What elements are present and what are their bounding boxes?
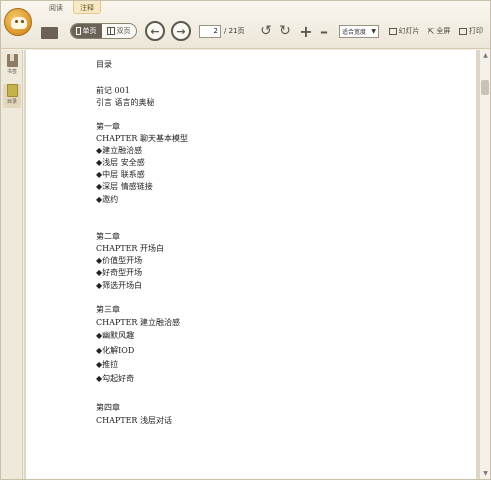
toc-line: 第一章 [96, 122, 120, 131]
zoom-out-button[interactable]: – [316, 15, 332, 47]
toc-line: ◆筛选开场白 [96, 281, 143, 290]
print-label: 打印 [469, 27, 483, 35]
toc-line: ◆好奇型开场 [96, 268, 143, 277]
printer-icon [459, 27, 467, 35]
scrollbar-thumb[interactable] [481, 80, 489, 95]
fullscreen-label: 全屏 [436, 27, 451, 35]
zoom-in-button[interactable]: + [298, 15, 314, 47]
fullscreen-button[interactable]: ⇱ 全屏 [426, 15, 452, 47]
print-button[interactable]: 打印 [456, 15, 486, 47]
toolbar: 单页 双页 ← → / 21页 ↺ [1, 15, 490, 47]
minus-icon: – [320, 21, 328, 41]
rotate-left-icon: ↺ [260, 23, 272, 39]
page-mode-toggle: 单页 双页 [68, 15, 138, 47]
toc-line: CHAPTER 浅层对话 [96, 416, 172, 425]
top-toolbar-band: 阅读 注释 单页 双页 ← → 2 / 21页 ↺ ↻ + – 适合宽度 ▼ 幻… [1, 1, 490, 49]
tab-read[interactable]: 阅读 [43, 1, 69, 14]
left-sidebar: 书签 目录 [1, 50, 23, 479]
table-of-contents-icon [6, 84, 18, 97]
next-page-button[interactable]: → [170, 15, 192, 47]
page-number-box: / 21页 [199, 15, 251, 47]
sidebar-toc-label: 目录 [6, 99, 17, 105]
open-folder-button[interactable] [39, 15, 59, 47]
toc-line: CHAPTER 开场白 [96, 244, 164, 253]
double-page-button[interactable]: 双页 [102, 24, 136, 38]
document-page: 目录 前记 001 引言 语言的奥秘 第一章 CHAPTER 聊天基本模型 ◆建… [26, 50, 476, 479]
scroll-down-icon[interactable]: ▼ [481, 469, 490, 478]
menu-tabs: 阅读 注释 [43, 1, 101, 14]
toc-line: ◆邀约 [96, 195, 119, 204]
toc-line: 前记 001 [96, 86, 130, 95]
folder-icon [40, 27, 58, 39]
single-page-icon [75, 27, 81, 35]
document-viewport[interactable]: 目录 前记 001 引言 语言的奥秘 第一章 CHAPTER 聊天基本模型 ◆建… [24, 50, 479, 479]
single-page-button[interactable]: 单页 [70, 24, 102, 38]
toc-line: ◆推拉 [96, 360, 119, 369]
toc-line: ◆深层 情感链接 [96, 182, 153, 191]
toc-line: ◆幽默风趣 [96, 331, 135, 340]
previous-page-button[interactable]: ← [144, 15, 166, 47]
toc-line: CHAPTER 聊天基本模型 [96, 134, 188, 143]
toc-line: CHAPTER 建立融洽感 [96, 318, 180, 327]
toc-line: 引言 语言的奥秘 [96, 98, 155, 107]
fit-mode-value: 适合宽度 [342, 28, 367, 36]
sidebar-bookmark-label: 书签 [6, 69, 17, 75]
rotate-left-button[interactable]: ↺ [258, 15, 274, 47]
page-total-label: / 21页 [224, 27, 245, 35]
fullscreen-icon: ⇱ [427, 26, 435, 36]
toc-line: 第四章 [96, 403, 120, 412]
rotate-right-button[interactable]: ↻ [277, 15, 293, 47]
toc-line: 目录 [96, 60, 112, 69]
page-number-input[interactable] [199, 24, 221, 38]
arrow-left-icon: ← [145, 21, 165, 41]
toc-line: ◆价值型开场 [96, 256, 143, 265]
single-page-label: 单页 [82, 27, 97, 35]
plus-icon: + [299, 21, 313, 41]
rotate-right-icon: ↻ [279, 23, 291, 39]
reader-window: 阅读 注释 单页 双页 ← → 2 / 21页 ↺ ↻ + – 适合宽度 ▼ 幻… [0, 0, 491, 480]
tab-annotate[interactable]: 注释 [73, 1, 101, 14]
vertical-scrollbar[interactable]: ▲ ▼ [479, 50, 490, 479]
slideshow-icon [388, 27, 397, 35]
arrow-right-icon: → [171, 21, 191, 41]
slideshow-label: 幻灯片 [398, 27, 420, 35]
double-page-label: 双页 [116, 27, 131, 35]
slideshow-button[interactable]: 幻灯片 [386, 15, 422, 47]
toc-line: ◆勾起好奇 [96, 374, 135, 383]
chevron-down-icon: ▼ [371, 27, 376, 35]
toc-line: 第三章 [96, 305, 120, 314]
toc-line: ◆浅层 安全感 [96, 158, 145, 167]
toc-line: ◆建立融洽感 [96, 146, 143, 155]
bookmark-icon [6, 54, 18, 67]
fit-mode-select[interactable]: 适合宽度 ▼ [338, 15, 380, 47]
sidebar-item-bookmark[interactable]: 书签 [3, 54, 21, 78]
toc-line: 第二章 [96, 232, 120, 241]
scroll-up-icon[interactable]: ▲ [481, 51, 490, 60]
toc-line: ◆中层 联系感 [96, 170, 145, 179]
sidebar-item-toc[interactable]: 目录 [3, 84, 21, 108]
toc-line: ◆化解IOD [96, 346, 135, 355]
double-page-icon [106, 27, 115, 35]
